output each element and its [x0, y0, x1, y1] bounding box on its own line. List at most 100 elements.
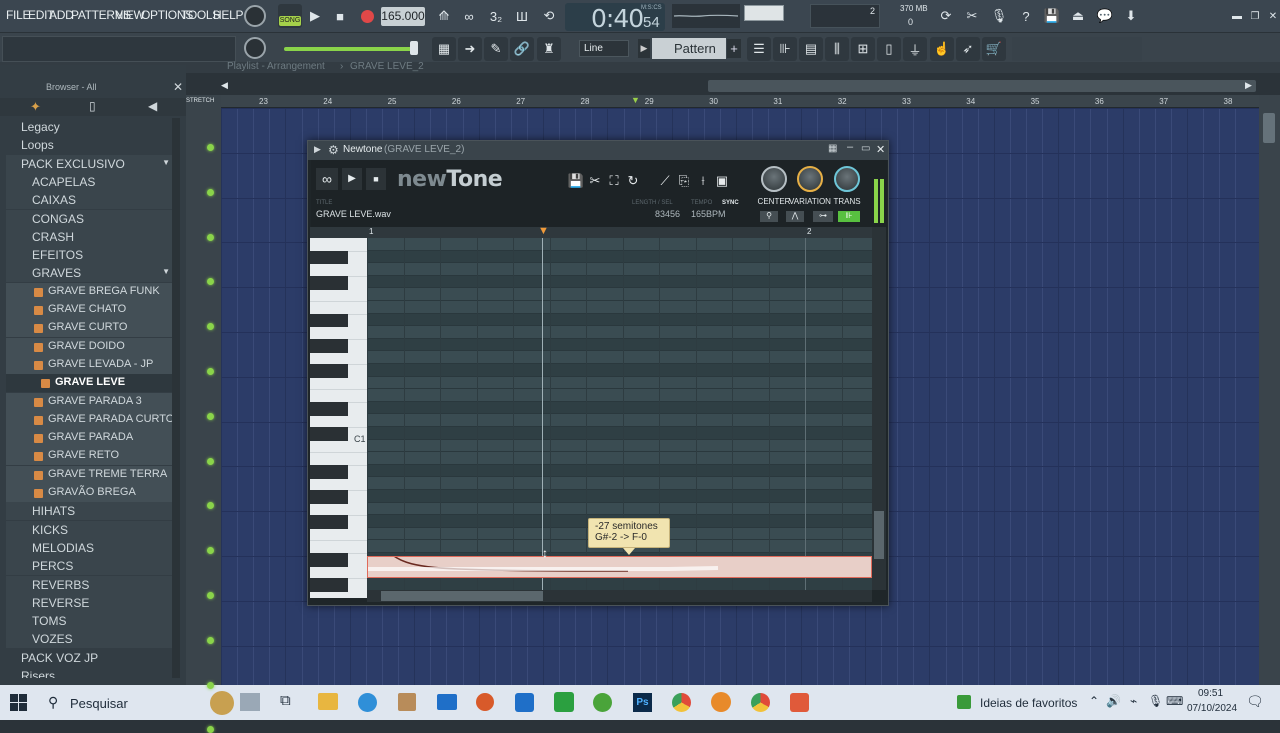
black-key[interactable] — [310, 490, 348, 504]
tutorial-button[interactable]: ➶ — [956, 37, 980, 61]
browser-item[interactable]: GRAVE PARADA 3 — [6, 392, 174, 411]
browser-item[interactable]: CONGAS — [6, 209, 174, 228]
photoshop-icon[interactable]: Ps — [633, 693, 652, 712]
black-key[interactable] — [310, 401, 348, 416]
browser-app-icon[interactable] — [476, 693, 494, 711]
center-knob[interactable] — [761, 166, 787, 192]
plugin-stop-button[interactable]: ■ — [366, 168, 386, 190]
reset-tool[interactable]: ↻ — [624, 171, 642, 191]
browser-item[interactable]: Loops — [6, 136, 174, 154]
menu-help[interactable]: HELP — [213, 8, 243, 22]
track-active-dot[interactable] — [207, 368, 214, 375]
download-button[interactable]: ⬇ — [1120, 5, 1142, 27]
clock-date[interactable]: 07/10/2024 — [1187, 703, 1237, 714]
browser-item[interactable]: GRAVE BREGA FUNK — [6, 282, 174, 301]
black-key[interactable] — [310, 275, 348, 290]
collapse-arrow-icon[interactable]: ▶ — [314, 144, 321, 155]
browser-item[interactable]: PACK EXCLUSIVO ▼ — [6, 154, 174, 173]
playlist-hscroll[interactable] — [708, 80, 1256, 92]
tool-b-button[interactable]: ⋀ — [786, 211, 804, 222]
browser-item[interactable]: Risers — [6, 667, 174, 678]
chevron-up-icon[interactable]: ⌃ — [1089, 694, 1099, 708]
browser-item[interactable]: PERCS — [6, 557, 174, 576]
channel-rack-button[interactable]: ▤ — [799, 37, 823, 61]
touch-button[interactable]: ☝ — [930, 37, 954, 61]
note-tool[interactable]: ▣ — [713, 171, 731, 191]
sync-label[interactable]: SYNC — [722, 200, 739, 206]
track-active-dot[interactable] — [207, 457, 214, 465]
grid-icon[interactable]: ▦ — [828, 143, 837, 154]
chrome-icon[interactable] — [672, 693, 691, 712]
stop-button[interactable]: ■ — [329, 5, 351, 27]
browser-item[interactable]: REVERSE — [6, 593, 174, 612]
slider-handle[interactable] — [410, 41, 418, 55]
black-key[interactable] — [310, 250, 348, 265]
newtone-hscroll[interactable] — [367, 590, 872, 602]
clock-time[interactable]: 09:51 — [1198, 688, 1223, 699]
vscroll-thumb[interactable] — [1263, 113, 1275, 143]
piano-roll-button[interactable]: ⊪ — [773, 37, 797, 61]
cut-tool-button[interactable]: ✂ — [961, 5, 983, 27]
mail-icon[interactable] — [437, 694, 457, 710]
browser-item[interactable]: REVERBS — [6, 575, 174, 594]
playlist-vscroll[interactable] — [1259, 95, 1280, 685]
slice-tool[interactable]: ⟊ — [694, 171, 712, 191]
track-active-dot[interactable] — [207, 726, 214, 733]
loop-record-button[interactable]: ⟲ — [538, 5, 560, 27]
minimize-icon[interactable]: – — [847, 141, 853, 153]
browser-close-icon[interactable]: ✕ — [173, 80, 183, 94]
browser-item[interactable]: GRAVE DOIDO — [6, 337, 174, 356]
browser-item[interactable]: ACAPELAS — [6, 172, 174, 191]
browser-item[interactable]: PACK VOZ JP — [6, 649, 174, 667]
document-icon[interactable]: ▯ — [89, 99, 96, 113]
browser-item[interactable]: GRAVE RETO — [6, 447, 174, 466]
menu-file[interactable]: FILE — [6, 8, 30, 22]
white-key[interactable] — [310, 452, 367, 454]
plugin-manager-button[interactable]: ⏏ — [1067, 5, 1089, 27]
track-active-dot[interactable] — [207, 636, 214, 644]
browser-item[interactable]: GRAVE PARADA — [6, 429, 174, 448]
browser-item[interactable]: GRAVE CURTO — [6, 319, 174, 338]
news-widget-icon[interactable] — [210, 691, 234, 715]
playlist-button[interactable]: ☰ — [747, 37, 771, 61]
chat-button[interactable]: 💬 — [1094, 5, 1116, 27]
pat-song-switch[interactable]: SONG — [278, 4, 302, 28]
snap-select[interactable]: Line — [579, 40, 629, 57]
camtasia-recorder-icon[interactable] — [790, 693, 809, 712]
select-tool[interactable]: ⛶ — [605, 171, 623, 191]
windows-start-icon[interactable] — [10, 694, 27, 711]
tool-c-button[interactable]: ⊶ — [813, 211, 833, 222]
browser-item[interactable]: GRAVE TREME TERRA — [6, 465, 174, 484]
browser-item[interactable]: GRAVÃO BREGA — [6, 484, 174, 502]
browser-item[interactable]: Legacy — [6, 118, 174, 136]
master-pitch-knob[interactable] — [244, 37, 266, 59]
gear-icon[interactable]: ⚙ — [328, 143, 339, 157]
favorites-icon[interactable] — [957, 695, 971, 709]
record-audio-button[interactable]: 🎙 — [988, 5, 1010, 27]
device-icon[interactable]: ⌨ — [1166, 694, 1183, 708]
draw-pitch-tool[interactable]: ⟋ — [656, 171, 674, 191]
browser-item[interactable]: TOMS — [6, 612, 174, 631]
scroll-right-icon[interactable]: ▶ — [1245, 80, 1257, 92]
add-pattern-button[interactable]: + — [727, 39, 741, 58]
browser-item[interactable]: HIHATS — [6, 502, 174, 521]
track-active-dot[interactable] — [207, 188, 214, 196]
menu-add[interactable]: ADD — [49, 8, 74, 22]
widget-icon[interactable] — [240, 693, 260, 711]
plugin-titlebar[interactable]: ▶ ⚙ Newtone (GRAVE LEVE_2) ▦ – ▭ ✕ — [308, 141, 888, 160]
task-view-icon[interactable]: ⧉ — [280, 692, 291, 709]
close-button[interactable]: ✕ — [1262, 5, 1280, 27]
stamp-button[interactable]: ♜ — [537, 37, 561, 61]
utorrent-icon[interactable] — [593, 693, 612, 712]
news-panel[interactable] — [1012, 37, 1142, 61]
black-key[interactable] — [310, 427, 348, 441]
app-icon[interactable] — [398, 693, 416, 711]
scroll-left-icon[interactable]: ◀ — [221, 80, 233, 92]
help-button[interactable]: ? — [1015, 5, 1037, 27]
save-tool[interactable]: 💾 — [567, 171, 585, 191]
white-key[interactable] — [310, 301, 367, 302]
pattern-prev[interactable]: ▶ — [638, 39, 650, 58]
browser-item[interactable]: GRAVES ▼ — [6, 264, 174, 283]
undo-button[interactable]: ⟳ — [935, 5, 957, 27]
speaker-icon[interactable]: ◀ — [148, 99, 157, 113]
